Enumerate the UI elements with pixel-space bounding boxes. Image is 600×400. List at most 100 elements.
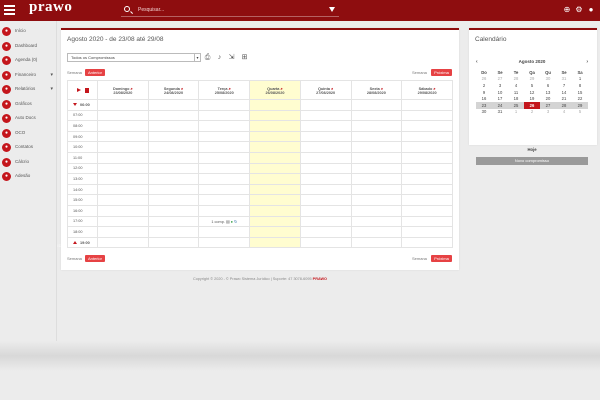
schedule-cell[interactable] bbox=[147, 194, 200, 206]
menu-icon[interactable] bbox=[4, 5, 15, 15]
schedule-cell[interactable] bbox=[198, 226, 251, 238]
schedule-cell[interactable] bbox=[401, 226, 453, 238]
previous-week-button-bottom[interactable]: Anterior bbox=[85, 254, 105, 262]
schedule-cell[interactable] bbox=[198, 120, 251, 132]
schedule-cell[interactable] bbox=[350, 120, 403, 132]
schedule-cell[interactable] bbox=[97, 236, 149, 249]
schedule-cell[interactable] bbox=[249, 183, 301, 196]
schedule-cell[interactable] bbox=[198, 204, 251, 217]
new-appointment-button[interactable]: Novo compromisso bbox=[476, 157, 588, 165]
calendar-day[interactable]: 4 bbox=[556, 109, 572, 116]
sidebar-item-3[interactable]: ● Financeiro ▾ bbox=[0, 69, 57, 83]
refresh-icon[interactable]: ↻ bbox=[234, 220, 237, 224]
day-header[interactable]: Quinta ⌕ 27/08/2020 bbox=[299, 80, 352, 100]
schedule-cell[interactable] bbox=[299, 215, 352, 228]
schedule-cell[interactable] bbox=[198, 236, 251, 249]
schedule-cell[interactable] bbox=[97, 99, 149, 111]
schedule-cell[interactable] bbox=[401, 120, 453, 132]
schedule-cell[interactable] bbox=[299, 130, 352, 143]
calendar-day[interactable]: 28 bbox=[508, 76, 524, 83]
calendar-day[interactable]: 26 bbox=[524, 101, 540, 109]
calendar-day[interactable]: 17 bbox=[492, 95, 508, 102]
schedule-cell[interactable] bbox=[401, 204, 453, 217]
schedule-cell[interactable] bbox=[401, 183, 453, 196]
export-icon[interactable]: ⇲ bbox=[228, 54, 235, 61]
schedule-cell[interactable] bbox=[299, 226, 352, 238]
calendar-day[interactable]: 1 bbox=[572, 76, 588, 83]
schedule-cell[interactable] bbox=[401, 141, 453, 153]
calendar-day[interactable]: 30 bbox=[476, 109, 492, 116]
calendar-day[interactable]: 28 bbox=[556, 101, 572, 109]
schedule-cell[interactable] bbox=[350, 215, 403, 228]
schedule-cell[interactable] bbox=[350, 204, 403, 217]
schedule-cell[interactable] bbox=[249, 226, 301, 238]
schedule-cell[interactable] bbox=[198, 130, 251, 143]
calendar-day[interactable]: 13 bbox=[540, 89, 556, 96]
schedule-cell[interactable] bbox=[97, 141, 149, 153]
today-button[interactable]: Hoje bbox=[476, 147, 588, 152]
schedule-cell[interactable] bbox=[97, 151, 149, 164]
schedule-cell[interactable] bbox=[401, 130, 453, 143]
calendar-day[interactable]: 10 bbox=[492, 89, 508, 96]
filter-icon[interactable] bbox=[329, 7, 335, 12]
schedule-cell[interactable] bbox=[350, 226, 403, 238]
calendar-day[interactable]: 2 bbox=[524, 109, 540, 116]
document-icon[interactable]: ▤ bbox=[226, 220, 230, 224]
schedule-cell[interactable] bbox=[249, 215, 301, 228]
schedule-cell[interactable] bbox=[401, 173, 453, 185]
calendar-day[interactable]: 22 bbox=[572, 95, 588, 102]
schedule-cell[interactable] bbox=[147, 130, 200, 143]
calendar-day[interactable]: 26 bbox=[476, 76, 492, 83]
sidebar-item-7[interactable]: ● OCO bbox=[0, 127, 57, 141]
collapse-up-icon[interactable] bbox=[73, 103, 77, 107]
schedule-cell[interactable] bbox=[350, 173, 403, 185]
support-icon[interactable]: ⊕ bbox=[563, 6, 571, 14]
schedule-cell[interactable] bbox=[299, 194, 352, 206]
calendar-day[interactable]: 2 bbox=[476, 82, 492, 89]
schedule-cell[interactable]: 1 comp. ▤ ● ↻ bbox=[198, 215, 251, 228]
schedule-cell[interactable] bbox=[249, 173, 301, 185]
search-input[interactable] bbox=[138, 5, 318, 15]
sidebar-item-5[interactable]: ● Gráficos bbox=[0, 98, 57, 112]
schedule-cell[interactable] bbox=[401, 236, 453, 249]
calendar-day[interactable]: 29 bbox=[524, 76, 540, 83]
calendar-day[interactable]: 3 bbox=[540, 109, 556, 116]
sidebar-item-1[interactable]: ● Dashboard bbox=[0, 40, 57, 54]
bell-icon[interactable]: ♪ bbox=[216, 54, 223, 61]
sidebar-item-9[interactable]: ● Cálcrio bbox=[0, 156, 57, 170]
event-count[interactable]: 1 comp. bbox=[211, 220, 225, 224]
calendar-day[interactable]: 8 bbox=[572, 82, 588, 89]
schedule-cell[interactable] bbox=[350, 99, 403, 111]
previous-week-button[interactable]: Anterior bbox=[85, 68, 105, 76]
schedule-cell[interactable] bbox=[198, 183, 251, 196]
sidebar-item-0[interactable]: ● Início bbox=[0, 25, 57, 39]
schedule-cell[interactable] bbox=[198, 99, 251, 111]
schedule-cell[interactable] bbox=[97, 226, 149, 238]
schedule-cell[interactable] bbox=[249, 151, 301, 164]
calendar-day[interactable]: 20 bbox=[540, 95, 556, 102]
schedule-cell[interactable] bbox=[97, 162, 149, 175]
calendar-day[interactable]: 6 bbox=[540, 82, 556, 89]
calendar-day[interactable]: 16 bbox=[476, 95, 492, 102]
sidebar-item-10[interactable]: ● Adesão bbox=[0, 170, 57, 184]
schedule-cell[interactable] bbox=[147, 173, 200, 185]
sidebar-item-6[interactable]: ● Auto Docs bbox=[0, 112, 57, 126]
add-icon[interactable]: ⊞ bbox=[241, 54, 248, 61]
schedule-cell[interactable] bbox=[299, 99, 352, 111]
schedule-cell[interactable] bbox=[299, 183, 352, 196]
schedule-cell[interactable] bbox=[147, 226, 200, 238]
schedule-cell[interactable] bbox=[198, 141, 251, 153]
schedule-cell[interactable] bbox=[249, 204, 301, 217]
day-header[interactable]: Domingo ⌕ 23/08/2020 bbox=[97, 80, 149, 100]
schedule-cell[interactable] bbox=[147, 183, 200, 196]
calendar-day[interactable]: 5 bbox=[524, 82, 540, 89]
schedule-cell[interactable] bbox=[147, 120, 200, 132]
schedule-cell[interactable] bbox=[299, 236, 352, 249]
calendar-day[interactable]: 23 bbox=[476, 101, 492, 109]
schedule-cell[interactable] bbox=[249, 130, 301, 143]
calendar-day[interactable]: 15 bbox=[572, 89, 588, 96]
next-week-button[interactable]: Próxima bbox=[431, 68, 452, 76]
day-header[interactable]: Segunda ⌕ 24/08/2020 bbox=[147, 80, 200, 100]
calendar-day[interactable]: 30 bbox=[540, 76, 556, 83]
day-header[interactable]: Sábado ⌕ 29/08/2020 bbox=[401, 80, 453, 100]
